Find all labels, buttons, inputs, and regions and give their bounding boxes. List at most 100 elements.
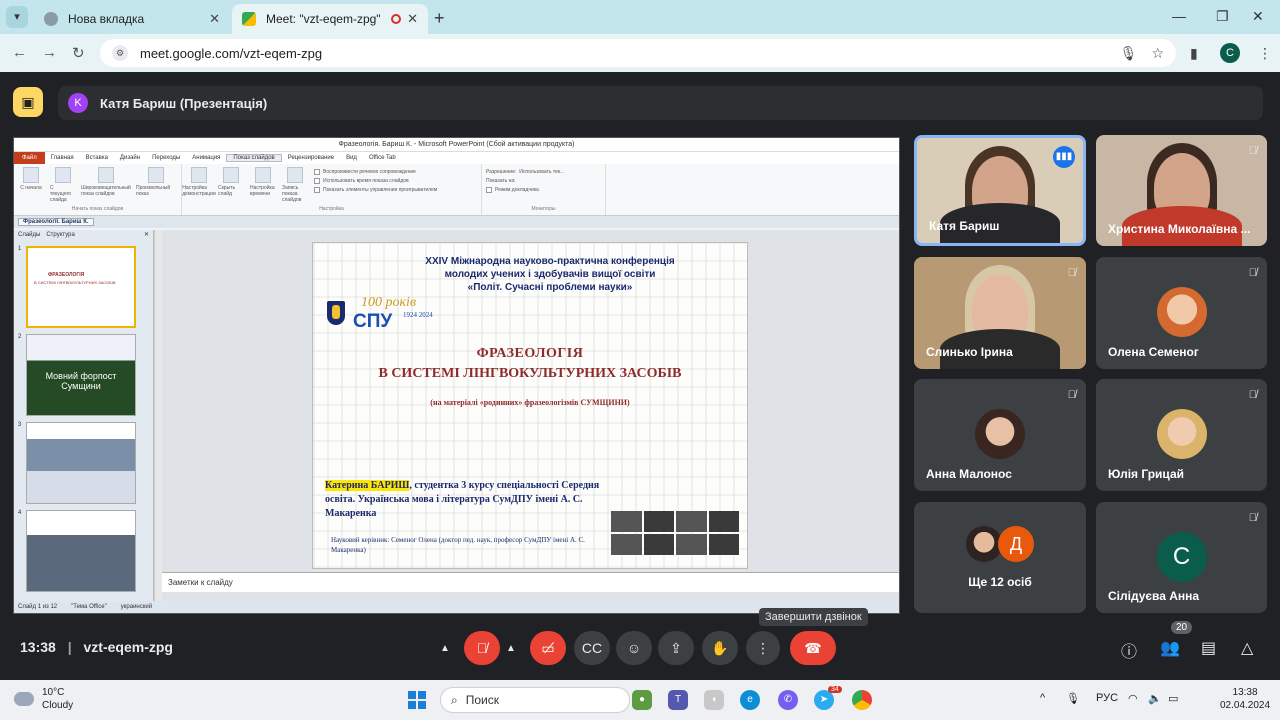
from-current-button[interactable]: С текущего слайда xyxy=(50,167,76,203)
end-call-tooltip: Завершити дзвінок xyxy=(759,608,868,626)
copilot-icon[interactable]: ● xyxy=(632,690,652,710)
narration-checkbox[interactable]: Воспроизвести речевое сопровождение xyxy=(314,169,437,175)
chat-icon[interactable]: ▤ xyxy=(1201,638,1216,658)
menu-icon[interactable]: ⋮ xyxy=(1258,45,1272,62)
viber-icon[interactable]: ✆ xyxy=(778,690,798,710)
check-label: Показать элементы управления проигрывате… xyxy=(323,187,438,193)
participant-tile[interactable]: 🎙̸ Слинько Ірина xyxy=(914,257,1086,369)
panel-scrollbar[interactable] xyxy=(154,230,162,602)
new-tab-button[interactable]: + xyxy=(434,8,445,29)
activities-icon[interactable]: △ xyxy=(1241,638,1253,658)
more-options-button[interactable]: ⋮ xyxy=(746,631,780,665)
close-tab-icon[interactable]: ✕ xyxy=(209,11,220,27)
photo xyxy=(611,534,642,555)
reload-icon[interactable]: ↻ xyxy=(72,44,85,62)
participant-tile[interactable]: C 🎙̸ Сілідуєва Анна xyxy=(1096,502,1267,613)
broadcast-button[interactable]: Широковещательный показ слайдов xyxy=(81,167,131,203)
reactions-button[interactable]: ☺ xyxy=(616,631,652,665)
restore-button[interactable]: ❐ xyxy=(1216,8,1229,25)
ppt-menu-animation[interactable]: Анимация xyxy=(186,155,226,161)
sidepanel-icon[interactable]: ▮ xyxy=(1190,45,1198,62)
captions-button[interactable]: CC xyxy=(574,631,610,665)
panel-tabs: Слайды Структура ✕ xyxy=(14,230,153,240)
ppt-menu-review[interactable]: Рецензирование xyxy=(282,155,340,161)
teams-icon[interactable]: T xyxy=(668,690,688,710)
controls-checkbox[interactable]: Показать элементы управления проигрывате… xyxy=(314,187,437,193)
ppt-menu-file[interactable]: Файл xyxy=(14,152,45,164)
participant-tile[interactable]: 🎙̸ Христина Миколаївна ... xyxy=(1096,135,1267,246)
ppt-menu-insert[interactable]: Вставка xyxy=(80,155,114,161)
slide-editor: XXIV Міжнародна науково-практична конфер… xyxy=(162,230,899,602)
ppt-menu-officetab[interactable]: Office Tab xyxy=(363,155,402,161)
battery-icon[interactable]: ▭ xyxy=(1168,692,1178,705)
ppt-menu-view[interactable]: Вид xyxy=(340,155,363,161)
participant-tile[interactable]: 🎙̸ Анна Малонос xyxy=(914,379,1086,491)
slide-thumb[interactable]: ФРАЗЕОЛОГІЯ В СИСТЕМІ ЛІНГВОКУЛЬТУРНИХ З… xyxy=(26,246,136,328)
stop-presenting-icon[interactable]: ▣ xyxy=(13,87,43,117)
slide-thumb[interactable]: Мовний форпост Сумщини xyxy=(26,334,136,416)
camera-toggle-button[interactable]: ▲ ▭̸ xyxy=(506,631,566,665)
from-start-button[interactable]: С начала xyxy=(18,167,44,203)
tab-search-button[interactable]: ▾ xyxy=(6,6,28,28)
tab-outline[interactable]: Структура xyxy=(46,230,74,240)
tab-new-tab[interactable]: Нова вкладка ✕ xyxy=(34,4,230,34)
timings-checkbox[interactable]: Использовать время показа слайдов xyxy=(314,178,437,184)
close-panel-icon[interactable]: ✕ xyxy=(144,230,149,240)
rehearse-button[interactable]: Настройка времени xyxy=(250,167,276,203)
chrome-icon[interactable] xyxy=(852,690,872,710)
ppt-menu-design[interactable]: Дизайн xyxy=(114,155,146,161)
more-participants-tile[interactable]: Д Ще 12 осіб xyxy=(914,502,1086,613)
custom-show-button[interactable]: Произвольный показ xyxy=(136,167,176,203)
ppt-menu-home[interactable]: Главная xyxy=(45,155,80,161)
site-info-icon[interactable]: ⚙ xyxy=(112,45,128,61)
close-tab-icon[interactable]: ✕ xyxy=(407,11,418,27)
minimize-button[interactable]: — xyxy=(1172,8,1186,24)
telegram-icon[interactable]: ➤ xyxy=(814,690,834,710)
windows-start-icon[interactable] xyxy=(408,691,426,709)
slide-thumb[interactable] xyxy=(26,510,136,592)
record-button[interactable]: Запись показа слайдов xyxy=(282,167,308,203)
edge-icon[interactable]: e xyxy=(740,690,760,710)
setup-show-button[interactable]: Настройка демонстрации xyxy=(182,167,216,203)
document-tab[interactable]: Фразеології. Бариш К. xyxy=(18,218,94,226)
presenter-view-checkbox[interactable]: Режим докладчика xyxy=(486,187,601,193)
omnibox[interactable]: ⚙ meet.google.com/vzt-eqem-zpg 🎙 ☆ xyxy=(100,39,1176,67)
volume-icon[interactable]: 🔈 xyxy=(1148,692,1162,705)
mic-toggle-button[interactable]: ▲ 🎙̸ xyxy=(440,631,500,665)
taskbar-search[interactable]: ⌕ Поиск xyxy=(440,687,630,713)
close-window-button[interactable]: ✕ xyxy=(1252,8,1264,25)
participant-tile[interactable]: 🎙̸ Олена Семеног xyxy=(1096,257,1267,369)
people-icon[interactable]: 👥 xyxy=(1160,638,1180,658)
raise-hand-button[interactable]: ✋ xyxy=(702,631,738,665)
current-slide[interactable]: XXIV Міжнародна науково-практична конфер… xyxy=(312,242,748,569)
input-language[interactable]: РУС xyxy=(1096,692,1118,704)
camera-options-chevron-icon[interactable]: ▲ xyxy=(506,643,516,654)
slide-thumb[interactable] xyxy=(26,422,136,504)
hide-slide-button[interactable]: Скрыть слайд xyxy=(218,167,244,203)
participant-name: Анна Малонос xyxy=(926,467,1012,481)
end-call-button[interactable]: ☎ xyxy=(790,631,836,665)
resolution-select[interactable]: Разрешение: Использовать тек... xyxy=(486,169,601,175)
forward-icon[interactable]: → xyxy=(42,44,57,61)
tab-slides[interactable]: Слайды xyxy=(18,230,40,240)
weather-widget[interactable]: 10°C Cloudy xyxy=(14,686,73,712)
present-button[interactable]: ⇪ xyxy=(658,631,694,665)
wifi-icon[interactable]: ◠ xyxy=(1128,692,1138,705)
back-icon[interactable]: ← xyxy=(12,44,27,61)
mouse-icon[interactable]: ◖ xyxy=(704,690,724,710)
participant-tile[interactable]: ▮▮▮ Катя Бариш xyxy=(914,135,1086,246)
mic-options-chevron-icon[interactable]: ▲ xyxy=(440,643,450,654)
tab-meet[interactable]: Meet: "vzt-eqem-zpg" ✕ xyxy=(232,4,428,34)
mic-tray-icon[interactable]: 🎙 xyxy=(1066,692,1080,705)
info-icon[interactable]: ⓘ xyxy=(1121,638,1137,662)
profile-avatar[interactable]: C xyxy=(1220,43,1240,63)
mic-icon[interactable]: 🎙 xyxy=(1120,45,1138,62)
bookmark-star-icon[interactable]: ☆ xyxy=(1151,45,1164,62)
system-clock[interactable]: 13:38 02.04.2024 xyxy=(1220,686,1270,712)
tray-chevron-icon[interactable]: ^ xyxy=(1040,692,1045,704)
ppt-menu-slideshow[interactable]: Показ слайдов xyxy=(226,154,282,162)
slide-notes[interactable]: Заметки к слайду xyxy=(162,572,899,592)
show-on-select[interactable]: Показать на: xyxy=(486,178,601,184)
ppt-menu-transitions[interactable]: Переходы xyxy=(146,155,186,161)
participant-tile[interactable]: 🎙̸ Юлія Грицай xyxy=(1096,379,1267,491)
